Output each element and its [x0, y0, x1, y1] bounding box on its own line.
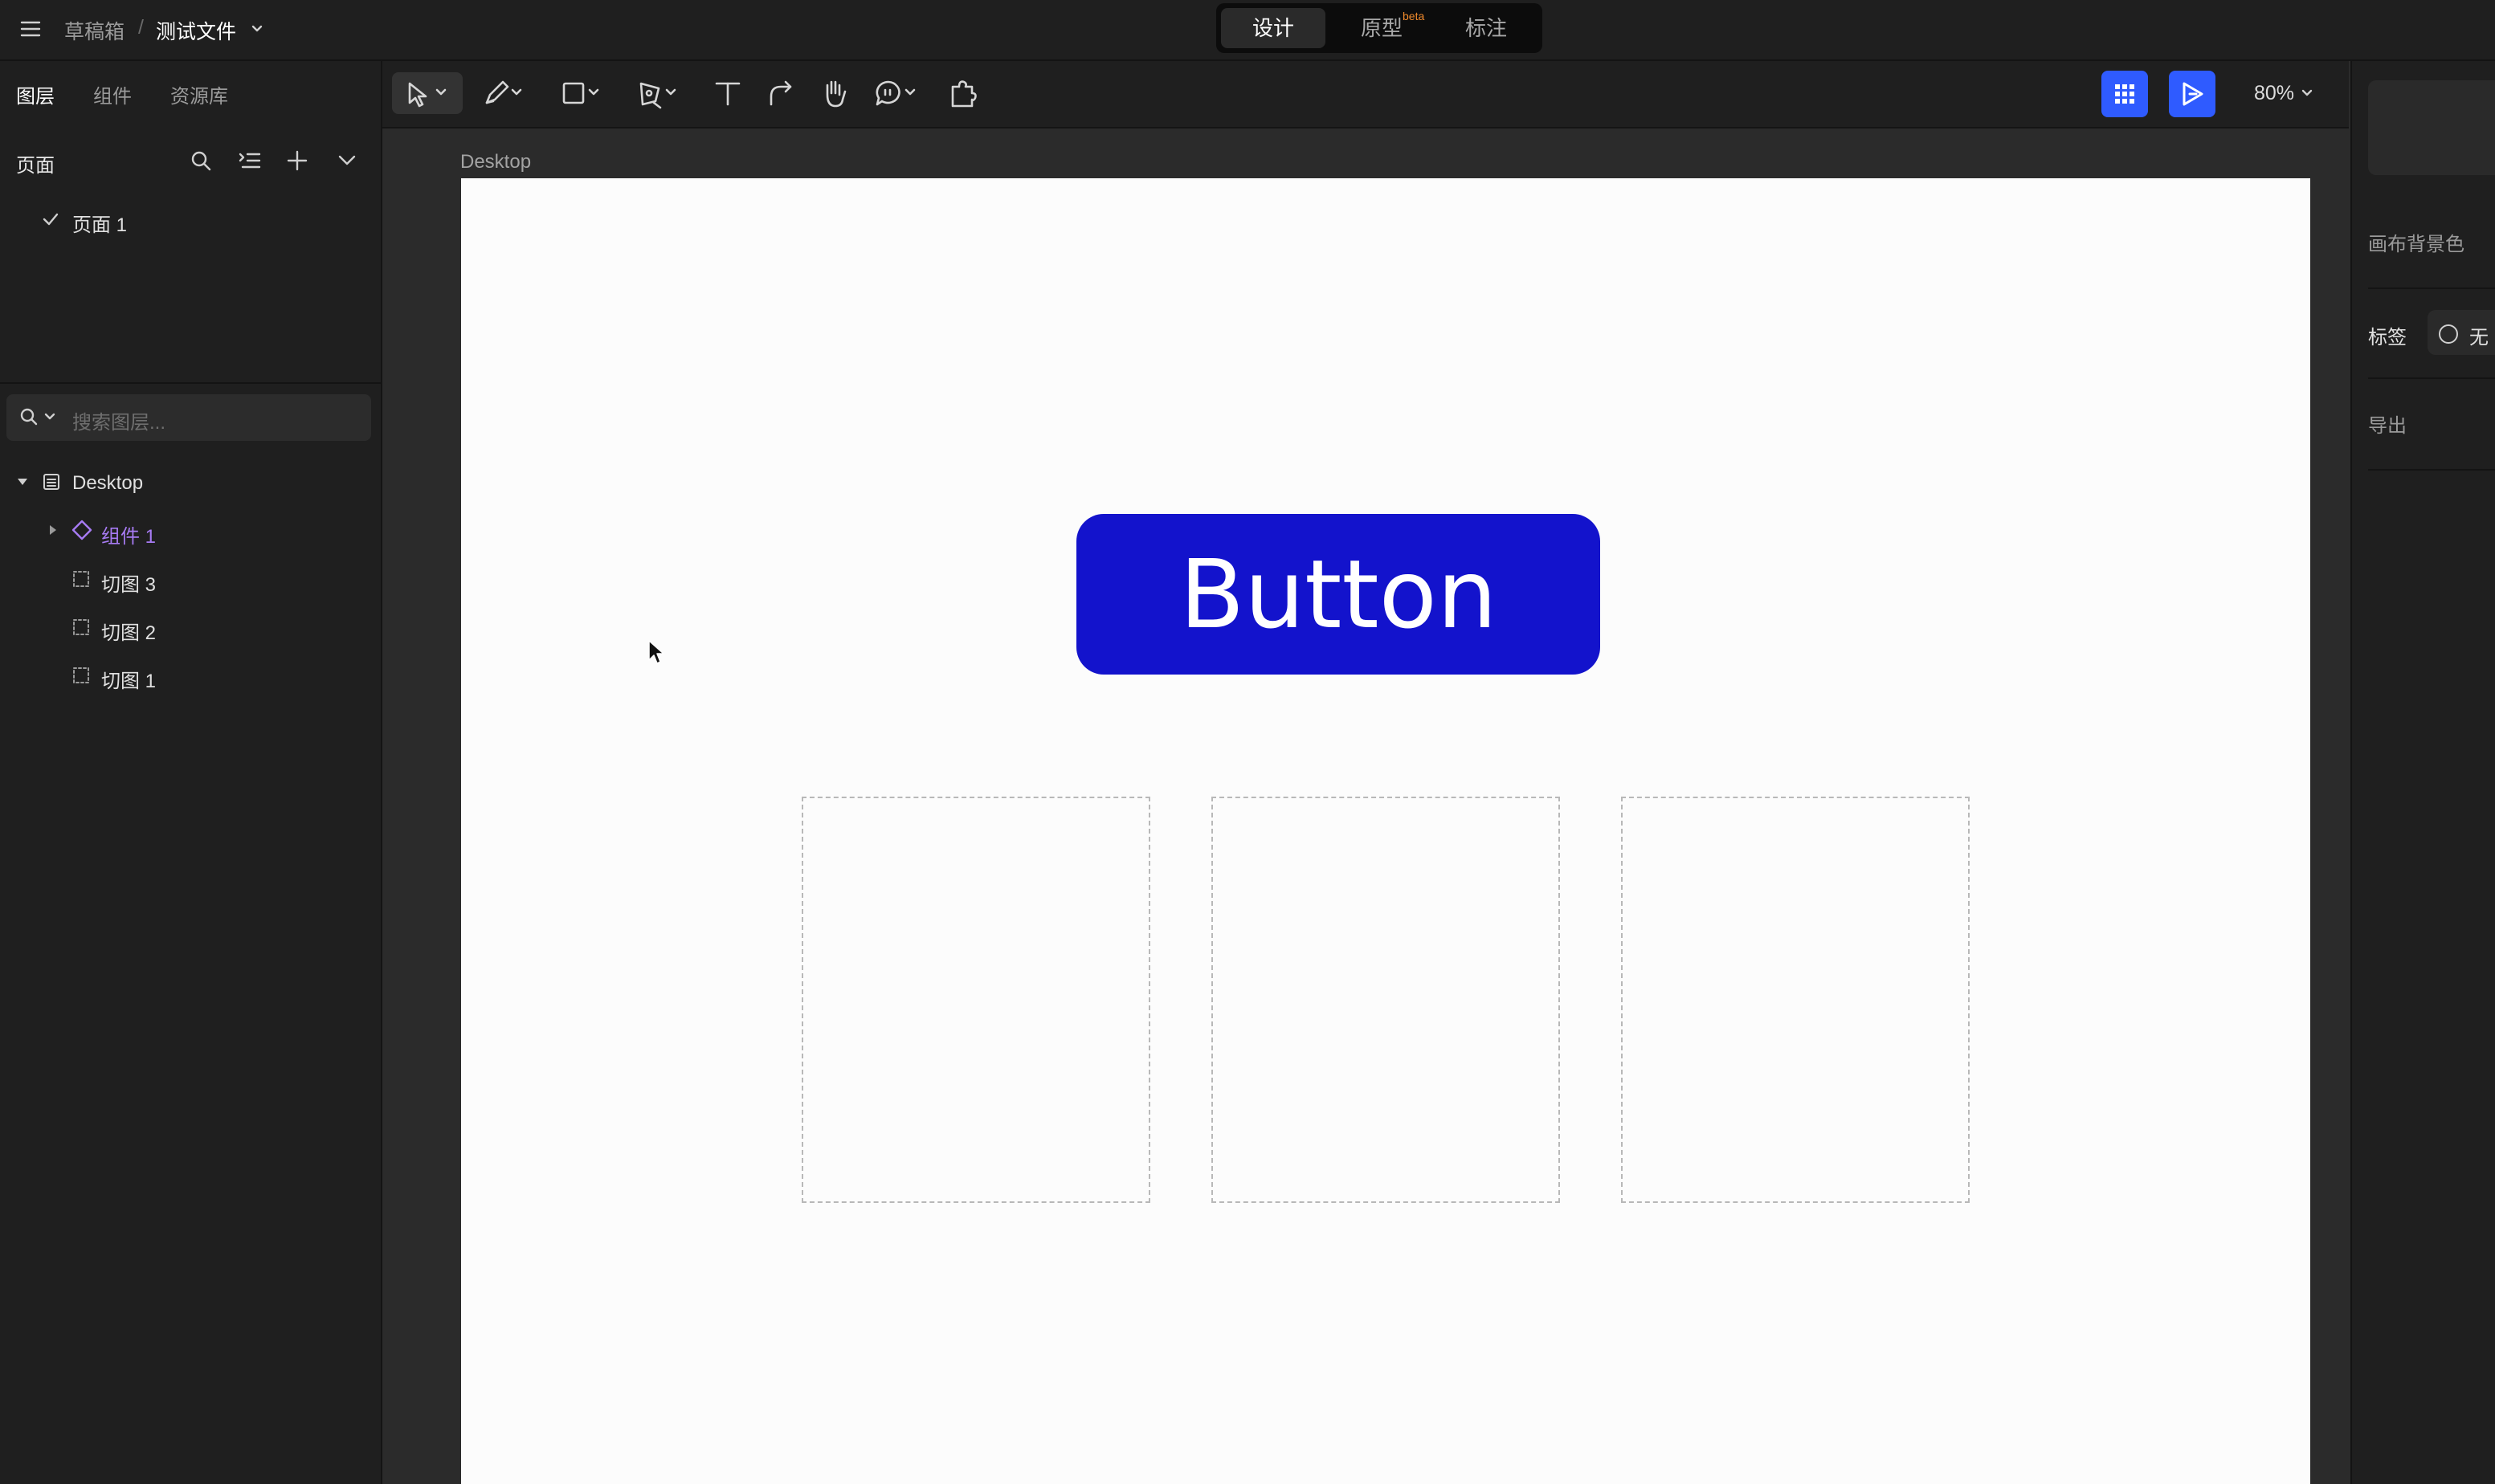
plugin-tool[interactable] [945, 72, 980, 114]
tag-select[interactable]: 无 [2428, 310, 2495, 355]
tag-value: 无 [2469, 327, 2489, 349]
caret-down-icon[interactable] [16, 475, 29, 488]
present-button[interactable] [2169, 71, 2215, 117]
slice-icon [72, 667, 90, 684]
export-label[interactable]: 导出 [2368, 410, 2407, 438]
layer-row-desktop[interactable]: Desktop [0, 459, 381, 504]
layer-row-slice[interactable]: 切图 2 [0, 604, 381, 649]
slice-icon [72, 618, 90, 636]
comment-tool[interactable] [869, 72, 925, 114]
tab-prototype-label: 原型 [1360, 16, 1403, 40]
main-menu-icon[interactable] [19, 18, 42, 40]
slice-1[interactable] [802, 797, 1150, 1203]
layer-row-slice[interactable]: 切图 3 [0, 556, 381, 601]
pages-title: 页面 [16, 155, 55, 177]
layer-row-slice[interactable]: 切图 1 [0, 652, 381, 697]
grid-icon [2115, 84, 2134, 104]
toolbar: 80% [382, 61, 2349, 128]
zoom-level[interactable]: 80% [2254, 82, 2294, 105]
slice-3[interactable] [1621, 797, 1970, 1203]
breadcrumb-separator: / [138, 16, 144, 39]
hand-tool[interactable] [816, 72, 851, 114]
pencil-tool[interactable] [476, 72, 532, 114]
top-bar: 草稿箱 / 测试文件 设计 原型 beta 标注 [0, 0, 2495, 61]
mode-switch: 设计 原型 beta 标注 [1216, 3, 1542, 53]
play-icon [2183, 82, 2203, 106]
breadcrumb-folder[interactable]: 草稿箱 [64, 16, 125, 45]
connector-tool[interactable] [763, 72, 798, 114]
left-panel: 图层 组件 资源库 页面 页面 1 搜索图层... Desktop 组件 1 切… [0, 61, 382, 1484]
move-tool[interactable] [392, 72, 463, 114]
search-options-chevron-down-icon[interactable] [43, 410, 56, 423]
grid-view-button[interactable] [2101, 71, 2148, 117]
file-menu-chevron-down-icon[interactable] [249, 21, 265, 37]
text-tool[interactable] [710, 72, 745, 114]
check-icon [42, 210, 59, 228]
tag-label: 标签 [2368, 327, 2407, 349]
page-item-label: 页面 1 [72, 214, 128, 236]
layer-row-component[interactable]: 组件 1 [0, 508, 381, 552]
tab-assets[interactable]: 资源库 [170, 80, 228, 108]
file-name[interactable]: 测试文件 [156, 16, 236, 45]
layer-label: 切图 3 [101, 574, 157, 596]
layer-search-input[interactable]: 搜索图层... [6, 394, 371, 441]
search-icon [19, 407, 39, 426]
frame-label[interactable]: Desktop [460, 151, 531, 173]
collapse-pages-chevron-down-icon[interactable] [336, 149, 358, 172]
slice-2[interactable] [1211, 797, 1560, 1203]
canvas-background-label: 画布背景色 [2368, 234, 2464, 255]
page-list-icon[interactable] [238, 149, 262, 172]
component-icon [71, 519, 93, 541]
caret-right-icon[interactable] [47, 524, 59, 536]
frame-icon [42, 472, 61, 491]
panel-divider [0, 382, 381, 384]
layer-label: 组件 1 [101, 526, 157, 548]
tab-annotation[interactable]: 标注 [1436, 8, 1536, 48]
mouse-cursor-icon [647, 639, 665, 667]
slice-icon [72, 570, 90, 588]
radio-circle-icon [2439, 324, 2458, 344]
beta-badge: beta [1403, 10, 1425, 22]
layer-label: 切图 1 [101, 671, 157, 692]
layer-label: 切图 2 [101, 622, 157, 644]
layer-label: Desktop [72, 472, 144, 494]
tab-design[interactable]: 设计 [1221, 8, 1325, 48]
zoom-chevron-down-icon[interactable] [2301, 87, 2313, 100]
tab-layers[interactable]: 图层 [16, 80, 55, 108]
panel-divider [2368, 377, 2495, 379]
page-item[interactable]: 页面 1 [0, 202, 381, 238]
search-placeholder: 搜索图层... [72, 412, 166, 434]
tab-components[interactable]: 组件 [93, 80, 132, 108]
add-page-plus-icon[interactable] [286, 149, 308, 172]
right-panel: 画布背景色 标签 无 导出 [2350, 61, 2495, 1484]
canvas-component-button[interactable]: Button [1076, 514, 1600, 675]
pen-tool[interactable] [630, 72, 688, 114]
preview-thumbnail [2368, 80, 2495, 175]
rectangle-tool[interactable] [554, 72, 610, 114]
panel-divider [2368, 469, 2495, 471]
search-icon[interactable] [190, 149, 212, 172]
panel-divider [2368, 287, 2495, 289]
